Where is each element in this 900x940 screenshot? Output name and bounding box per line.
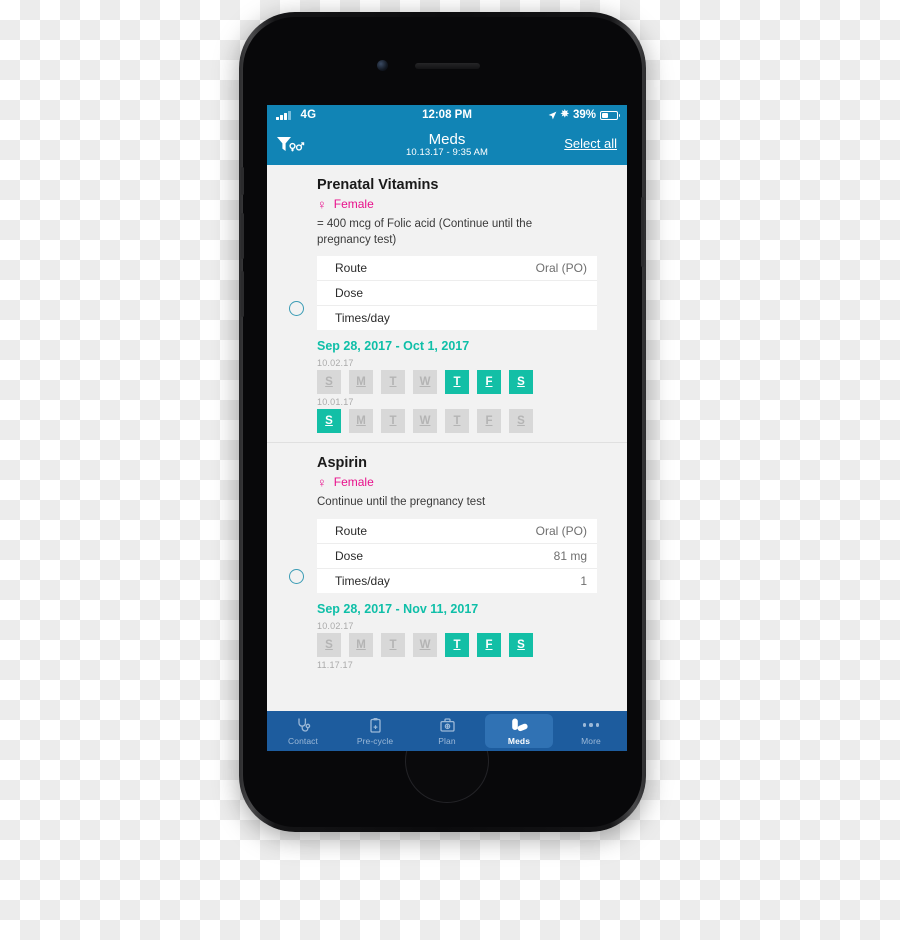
more-dots-icon (582, 717, 600, 734)
med-details: Route Oral (PO) Dose 81 mg Times/day 1 (317, 518, 597, 593)
earpiece-speaker (415, 63, 480, 69)
week-label: 10.01.17 (317, 397, 354, 408)
week-label: 10.02.17 (317, 620, 354, 631)
detail-label: Times/day (335, 311, 390, 326)
med-select-radio[interactable] (289, 301, 304, 316)
med-select-radio[interactable] (289, 569, 304, 585)
gender-tag: ♀ Female (317, 475, 617, 489)
day-pill[interactable]: S (509, 632, 533, 657)
bottom-tab-bar: Contact Pre-cycle Plan Meds More (267, 711, 627, 751)
week-row: S M T W T F S (317, 409, 617, 434)
gender-label: Female (333, 475, 374, 490)
briefcase-icon (439, 717, 456, 734)
week-label: 10.02.17 (317, 358, 354, 369)
med-details: Route Oral (PO) Dose Times/day (317, 256, 597, 331)
day-pill[interactable]: T (445, 370, 469, 395)
front-camera-icon (377, 60, 388, 71)
day-pill[interactable]: S (317, 370, 341, 395)
med-note: = 400 mcg of Folic acid (Continue until … (317, 218, 533, 246)
pills-icon (510, 717, 529, 734)
phone-device: 4G 12:08 PM ✵ 39% Meds 10.13.17 - 9:35 A… (239, 12, 646, 832)
day-pill[interactable]: S (317, 409, 341, 434)
tab-label: Contact (288, 735, 318, 746)
tab-more[interactable]: More (557, 714, 625, 748)
detail-value: 1 (580, 573, 587, 588)
nav-bar: Meds 10.13.17 - 9:35 AM Select all (267, 125, 627, 165)
med-name: Aspirin (317, 455, 367, 472)
week-label: 11.17.17 (317, 659, 353, 670)
med-card[interactable]: Aspirin ♀ Female Continue until the preg… (267, 442, 627, 678)
day-pill[interactable]: W (413, 370, 437, 395)
tab-meds[interactable]: Meds (485, 714, 553, 748)
day-pill[interactable]: F (477, 632, 501, 657)
day-pill[interactable]: W (413, 409, 437, 434)
clipboard-icon (367, 717, 384, 734)
day-pill[interactable]: T (381, 370, 405, 395)
tab-pre-cycle[interactable]: Pre-cycle (341, 714, 409, 748)
location-arrow-icon (548, 111, 556, 119)
battery-icon (600, 110, 620, 120)
meds-list[interactable]: Prenatal Vitamins ♀ Female = 400 mcg of … (267, 165, 627, 711)
detail-label: Route (335, 523, 368, 538)
battery-percent-label: 39% (572, 109, 596, 121)
female-symbol-icon: ♀ (317, 474, 327, 490)
detail-value: Oral (PO) (535, 523, 587, 538)
tab-label: More (581, 735, 601, 746)
med-name: Prenatal Vitamins (317, 177, 439, 193)
mute-switch[interactable] (241, 167, 244, 195)
day-pill[interactable]: M (349, 409, 373, 434)
volume-up-button[interactable] (241, 213, 244, 259)
day-pill[interactable]: M (349, 370, 373, 395)
detail-row: Route Oral (PO) (317, 256, 597, 280)
detail-label: Route (335, 261, 368, 276)
med-date-range: Sep 28, 2017 - Nov 11, 2017 (317, 601, 479, 616)
detail-row: Route Oral (PO) (317, 519, 597, 543)
day-pill[interactable]: T (445, 632, 469, 657)
power-button[interactable] (641, 197, 644, 267)
day-pill[interactable]: F (477, 409, 501, 434)
day-pill[interactable]: W (413, 632, 437, 657)
detail-row: Times/day (317, 305, 597, 330)
day-pill[interactable]: M (349, 632, 373, 657)
week-row: S M T W T F S (317, 632, 617, 657)
phone-bezel: 4G 12:08 PM ✵ 39% Meds 10.13.17 - 9:35 A… (241, 17, 644, 827)
detail-row: Dose 81 mg (317, 542, 597, 568)
tab-plan[interactable]: Plan (413, 714, 481, 748)
bluetooth-icon: ✵ (560, 109, 569, 120)
tab-contact[interactable]: Contact (269, 714, 337, 748)
tab-label: Pre-cycle (356, 735, 394, 746)
day-pill[interactable]: T (381, 409, 405, 434)
female-symbol-icon: ♀ (317, 196, 327, 212)
detail-label: Dose (335, 548, 364, 563)
detail-row: Dose (317, 280, 597, 305)
med-note: Continue until the pregnancy test (317, 496, 486, 509)
phone-screen: 4G 12:08 PM ✵ 39% Meds 10.13.17 - 9:35 A… (267, 105, 627, 751)
detail-label: Dose (335, 286, 364, 301)
med-date-range: Sep 28, 2017 - Oct 1, 2017 (317, 339, 470, 354)
gender-tag: ♀ Female (317, 197, 617, 211)
stethoscope-icon (295, 717, 312, 734)
select-all-button[interactable]: Select all (564, 136, 617, 151)
detail-value: 81 mg (553, 548, 587, 563)
med-card[interactable]: Prenatal Vitamins ♀ Female = 400 mcg of … (267, 165, 627, 442)
week-row: S M T W T F S (317, 370, 617, 395)
volume-down-button[interactable] (241, 271, 244, 317)
gender-label: Female (333, 197, 374, 211)
day-pill[interactable]: S (317, 632, 341, 657)
day-pill[interactable]: T (445, 409, 469, 434)
detail-value: Oral (PO) (535, 261, 587, 276)
day-pill[interactable]: T (381, 632, 405, 657)
detail-row: Times/day 1 (317, 567, 597, 593)
day-pill[interactable]: S (509, 409, 533, 434)
day-pill[interactable]: S (509, 370, 533, 395)
day-pill[interactable]: F (477, 370, 501, 395)
status-bar: 4G 12:08 PM ✵ 39% (267, 105, 627, 125)
detail-label: Times/day (335, 573, 390, 588)
tab-label: Plan (438, 735, 456, 746)
tab-label: Meds (507, 735, 531, 746)
